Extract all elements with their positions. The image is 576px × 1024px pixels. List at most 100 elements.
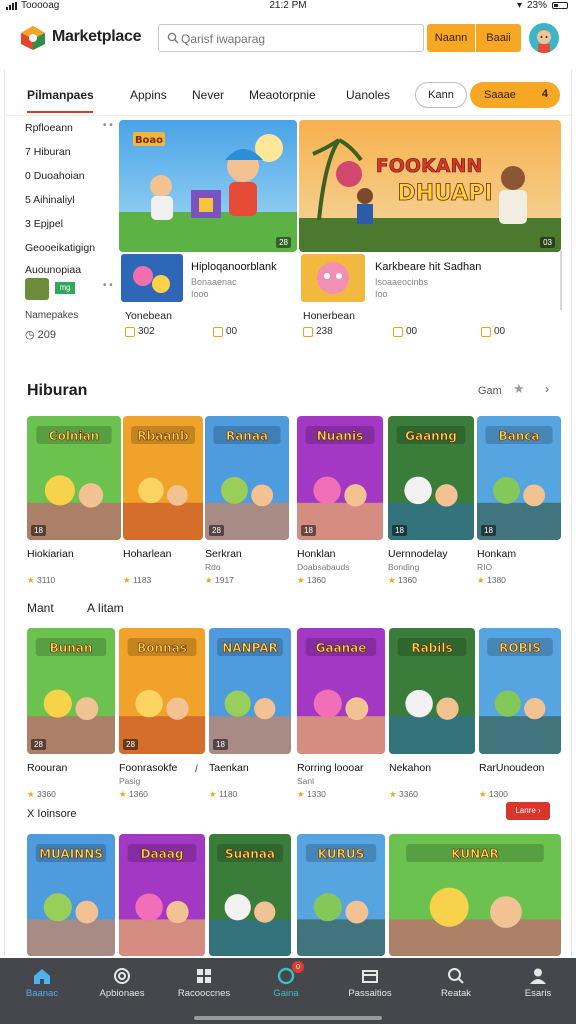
sidebar-more-icon[interactable]: • • <box>103 280 113 291</box>
star-icon[interactable]: ★ <box>513 381 525 397</box>
hero-a-stat1: 302 <box>125 326 155 337</box>
tile-title[interactable]: Taenkan <box>209 762 249 774</box>
search-box[interactable] <box>158 24 424 52</box>
tile-count: 28 <box>123 739 138 750</box>
nav-apps[interactable]: Apbionaes <box>86 958 158 1008</box>
tile-rating-value: 1330 <box>307 789 326 799</box>
hero-a-meta1: Bonaaenac <box>191 277 237 287</box>
nav-profile[interactable]: Esaris <box>502 958 574 1008</box>
more-label-1[interactable]: Mant <box>27 601 54 615</box>
search-input[interactable] <box>181 29 417 49</box>
sidebar-item-epjpel[interactable]: 3 Epjpel <box>25 218 63 230</box>
more-label-2[interactable]: A Iitam <box>87 601 124 615</box>
hero-b-foot-label: Honerbean <box>303 310 355 322</box>
hero-b-thumb[interactable] <box>301 254 365 302</box>
coin-icon <box>125 326 135 337</box>
marketplace-logo-icon[interactable] <box>20 25 46 51</box>
tile-title[interactable]: Hoharlean <box>123 548 171 560</box>
game-tile[interactable]: NANPAR 18 <box>209 628 291 754</box>
hero-a-thumb[interactable] <box>121 254 183 302</box>
tile-art: Colnian <box>27 416 121 540</box>
game-tile[interactable]: Banca 18 <box>477 416 561 540</box>
hero-a-thumb-art <box>121 254 183 302</box>
tile-rating: ★ 1360 <box>297 575 326 586</box>
tab-never[interactable]: Never <box>192 88 224 102</box>
tile-title[interactable]: Hiokiarian <box>27 548 74 560</box>
sidebar-item-auounopiaa[interactable]: Auounopiaa <box>25 264 81 276</box>
sidebar-item-aihinaliyl[interactable]: 5 Aihinaliyl <box>25 194 75 206</box>
chevron-right-icon[interactable]: › <box>545 382 549 396</box>
tile-art-text: MUAINNS <box>39 847 103 861</box>
tab-appins[interactable]: Appins <box>130 88 167 102</box>
more-dots-icon[interactable]: • • <box>103 120 113 131</box>
tab-meaotorpnie[interactable]: Meaotorpnie <box>249 88 316 102</box>
game-tile[interactable]: Gaanng 18 <box>388 416 474 540</box>
game-tile[interactable]: Daaag <box>119 834 205 956</box>
sidebar-item-geooeikatigign[interactable]: Geooeikatigign <box>25 242 95 254</box>
hero-card-a-image[interactable]: Boao 28 <box>119 120 297 252</box>
tab-uanoles[interactable]: Uanoles <box>346 88 390 102</box>
game-tile[interactable]: Rabils <box>389 628 475 754</box>
nav-search[interactable]: Reatak <box>420 958 492 1008</box>
tile-art-text: KUNAR <box>451 847 498 861</box>
game-tile[interactable]: Ranaa 28 <box>205 416 289 540</box>
sidebar-item-hiburan[interactable]: 7 Hiburan <box>25 146 71 158</box>
game-tile[interactable]: KUNAR <box>389 834 561 956</box>
tab-pilmanpaes[interactable]: Pilmanpaes <box>27 88 94 102</box>
nav-categories[interactable]: Racooccnes <box>168 958 240 1008</box>
hero-a-stat1-value: 302 <box>138 326 155 337</box>
sidebar-avatar[interactable] <box>25 278 49 300</box>
tile-count: 28 <box>209 525 224 536</box>
game-tile[interactable]: Nuanis 18 <box>297 416 383 540</box>
tile-title[interactable]: Roouran <box>27 762 67 774</box>
sort-pill-button[interactable]: Saaae 4 <box>470 82 560 108</box>
game-tile[interactable]: ROBIS <box>479 628 561 754</box>
hero-b-stat3: 00 <box>481 326 505 337</box>
game-tile[interactable]: MUAINNS <box>27 834 115 956</box>
hero-card-b-image[interactable]: FOOKANN DHUAPI 03 <box>299 120 561 252</box>
nav-label: Racooccnes <box>177 988 231 999</box>
sidebar-stat-label: Namepakes <box>25 310 79 321</box>
tile-rating-value: 3360 <box>37 789 56 799</box>
game-tile[interactable]: Bonnas 28 <box>119 628 205 754</box>
tile-title[interactable]: Honklan <box>297 548 336 560</box>
tile-meta: RIO <box>477 562 493 572</box>
nav-games[interactable]: 0 Gaina <box>250 958 322 1008</box>
tile-separator: / <box>195 764 198 775</box>
tile-meta: Sanl <box>297 776 315 786</box>
coin-icon <box>303 326 313 337</box>
hero-b-title[interactable]: Karkbeare hit Sadhan <box>375 261 481 273</box>
tile-title[interactable]: RarUnoudeon <box>479 762 544 774</box>
game-tile[interactable]: Bunan 28 <box>27 628 115 754</box>
hiburan-see-all[interactable]: Gam <box>478 385 502 397</box>
nav-passes[interactable]: Passaitios <box>334 958 406 1008</box>
tile-title[interactable]: Foonrasokfe <box>119 762 177 774</box>
tile-rating: ★ 1917 <box>205 575 234 586</box>
game-tile[interactable]: Gaanae <box>297 628 385 754</box>
user-avatar[interactable] <box>529 23 559 53</box>
app-header: Marketplace Naann Baaii <box>0 16 576 64</box>
tile-title[interactable]: Nekahon <box>389 762 431 774</box>
tile-title[interactable]: Serkran <box>205 548 242 560</box>
tile-art: Bunan <box>27 628 115 754</box>
category-tabs: Pilmanpaes Appins Never Meaotorpnie Uano… <box>5 70 573 116</box>
filter-pill-button[interactable]: Kann <box>415 82 467 108</box>
hero-b-art-line2: DHUAPI <box>397 181 492 206</box>
header-primary-button[interactable]: Naann <box>427 24 475 52</box>
sidebar-item-rpfloeann[interactable]: Rpfloeann <box>25 122 73 134</box>
tile-title[interactable]: Uernnodelay <box>388 548 448 560</box>
game-tile[interactable]: Suanaa <box>209 834 291 956</box>
star-icon: ★ <box>389 789 397 799</box>
game-tile[interactable]: KURUS <box>297 834 385 956</box>
extra-section-label[interactable]: X Ioinsore <box>27 808 77 820</box>
tile-title[interactable]: Honkam <box>477 548 516 560</box>
sidebar-item-duoahoian[interactable]: 0 Duoahoian <box>25 170 85 182</box>
tile-art-text: Bunan <box>50 641 93 655</box>
nav-home[interactable]: Baanac <box>6 958 78 1008</box>
promo-badge[interactable]: Lanre › <box>506 802 550 820</box>
game-tile[interactable]: Rbaanb <box>123 416 203 540</box>
hero-a-title[interactable]: Hiploqanoorblank <box>191 261 277 273</box>
game-tile[interactable]: Colnian 18 <box>27 416 121 540</box>
tile-title[interactable]: Rorring loooar <box>297 762 364 774</box>
header-secondary-button[interactable]: Baaii <box>476 24 521 52</box>
